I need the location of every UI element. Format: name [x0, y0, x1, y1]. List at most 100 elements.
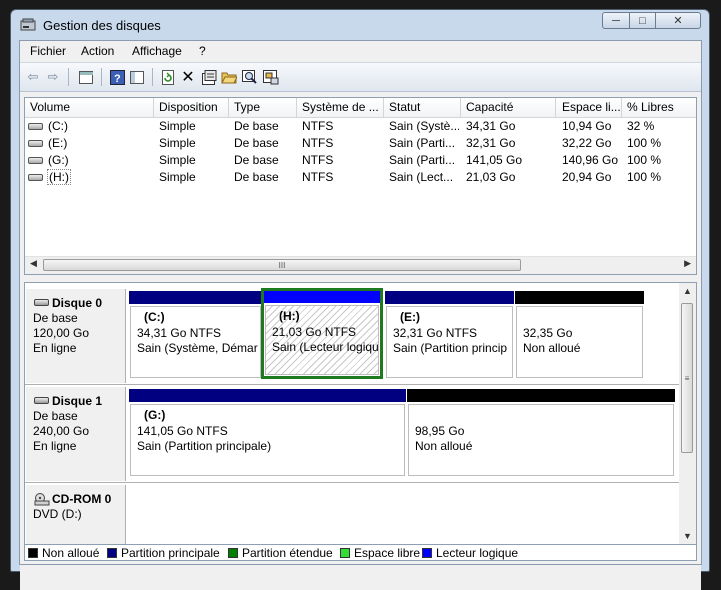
- drive-icon: [28, 174, 43, 181]
- properties-icon[interactable]: [200, 68, 218, 86]
- volume-row[interactable]: (G:) Simple De base NTFS Sain (Parti... …: [25, 152, 696, 169]
- volume-percent-free: 32 %: [627, 119, 655, 133]
- partition-body: 98,95 Go Non alloué: [408, 404, 674, 476]
- console-icon[interactable]: [128, 68, 146, 86]
- scroll-down-icon[interactable]: ▼: [683, 531, 692, 541]
- minimize-icon: ─: [612, 14, 620, 27]
- back-icon[interactable]: ⇦: [24, 68, 42, 86]
- disk-0-label[interactable]: Disque 0 De base 120,00 Go En ligne: [26, 289, 126, 383]
- partition-body: (C:) 34,31 Go NTFS Sain (Système, Démar: [130, 306, 261, 378]
- scroll-right-icon[interactable]: ▶: [684, 258, 691, 269]
- volume-capacity: 21,03 Go: [466, 170, 516, 184]
- partition-size: 34,31 Go NTFS: [137, 326, 222, 340]
- column-header-disposition[interactable]: Disposition: [159, 100, 229, 114]
- menu-help[interactable]: ?: [199, 44, 206, 58]
- drive-icon: [28, 123, 43, 130]
- scroll-up-icon[interactable]: ▲: [683, 286, 692, 296]
- horizontal-scrollbar[interactable]: ◀ III ▶: [25, 256, 696, 274]
- open-folder-icon[interactable]: [220, 68, 238, 86]
- partition-body: (G:) 141,05 Go NTFS Sain (Partition prin…: [130, 404, 405, 476]
- volume-name: (H:): [47, 169, 71, 185]
- volume-list-header: Volume Disposition Type Système de ... S…: [25, 98, 696, 118]
- legend-label: Partition principale: [121, 546, 220, 560]
- column-header-capacity[interactable]: Capacité: [466, 100, 556, 114]
- settings-icon[interactable]: [262, 68, 280, 86]
- column-header-percent-free[interactable]: % Libres: [627, 100, 693, 114]
- partition-unallocated-1[interactable]: 98,95 Go Non alloué: [407, 389, 675, 477]
- legend-swatch-free-space: [340, 548, 350, 558]
- partition-e[interactable]: (E:) 32,31 Go NTFS Sain (Partition princ…: [385, 291, 514, 379]
- partition-g[interactable]: (G:) 141,05 Go NTFS Sain (Partition prin…: [129, 389, 406, 477]
- close-button[interactable]: ✕: [655, 12, 701, 29]
- column-separator[interactable]: [555, 98, 556, 117]
- vertical-scrollbar[interactable]: ▲ ≡ ▼: [679, 283, 696, 544]
- volume-filesystem: NTFS: [302, 119, 334, 133]
- volume-row[interactable]: (C:) Simple De base NTFS Sain (Systè... …: [25, 118, 696, 135]
- partition-name: (E:): [400, 310, 420, 324]
- column-separator[interactable]: [153, 98, 154, 117]
- menu-action[interactable]: Action: [81, 44, 114, 58]
- partition-unallocated-0[interactable]: 32,35 Go Non alloué: [515, 291, 644, 379]
- disk-1-label[interactable]: Disque 1 De base 240,00 Go En ligne: [26, 387, 126, 481]
- scroll-left-icon[interactable]: ◀: [30, 258, 37, 269]
- partition-size: 21,03 Go NTFS: [272, 325, 357, 339]
- column-header-status[interactable]: Statut: [389, 100, 459, 114]
- cdrom-0-label[interactable]: CD-ROM 0 DVD (D:): [26, 485, 126, 544]
- column-separator[interactable]: [460, 98, 461, 117]
- legend: Non alloué Partition principale Partitio…: [24, 545, 697, 561]
- partition-name: (G:): [144, 408, 166, 422]
- volume-free-space: 20,94 Go: [562, 170, 612, 184]
- properties-pane-icon[interactable]: [77, 68, 95, 86]
- disk-management-window: Gestion des disques ─ □ ✕ Fichier Action…: [10, 9, 710, 590]
- partition-size: 32,35 Go: [523, 326, 573, 340]
- menu-fichier[interactable]: Fichier: [30, 44, 66, 58]
- volume-filesystem: NTFS: [302, 153, 334, 167]
- grip-icon: ≡: [684, 373, 690, 383]
- volume-row[interactable]: (H:) Simple De base NTFS Sain (Lect... 2…: [25, 169, 696, 186]
- forward-icon[interactable]: ⇨: [44, 68, 62, 86]
- volume-status: Sain (Systè...: [389, 119, 459, 133]
- column-separator[interactable]: [296, 98, 297, 117]
- column-header-free-space[interactable]: Espace li...: [562, 100, 622, 114]
- legend-swatch-primary: [107, 548, 117, 558]
- explore-icon[interactable]: [241, 68, 259, 86]
- column-separator[interactable]: [228, 98, 229, 117]
- volume-disposition: Simple: [159, 153, 196, 167]
- volume-status: Sain (Lect...: [389, 170, 454, 184]
- partition-c[interactable]: (C:) 34,31 Go NTFS Sain (Système, Démar: [129, 291, 262, 379]
- partition-name: (H:): [279, 309, 300, 323]
- column-header-filesystem[interactable]: Système de ...: [302, 100, 384, 114]
- volume-type: De base: [234, 170, 279, 184]
- scroll-thumb[interactable]: ≡: [681, 303, 693, 453]
- partition-status: Sain (Système, Démar: [137, 341, 258, 355]
- partition-color-bar: [407, 389, 675, 402]
- disk-management-app-icon: [20, 18, 36, 31]
- partition-h-selected[interactable]: (H:) 21,03 Go NTFS Sain (Lecteur logiqu: [261, 288, 383, 379]
- disk-type: De base: [33, 311, 78, 325]
- volume-type: De base: [234, 153, 279, 167]
- grip-icon: III: [278, 260, 286, 270]
- column-header-type[interactable]: Type: [234, 100, 294, 114]
- refresh-icon[interactable]: [159, 68, 177, 86]
- partition-size: 98,95 Go: [415, 424, 465, 438]
- volume-capacity: 141,05 Go: [466, 153, 523, 167]
- volume-filesystem: NTFS: [302, 170, 334, 184]
- title-bar: Gestion des disques ─ □ ✕: [11, 10, 709, 41]
- partition-size: 32,31 Go NTFS: [393, 326, 478, 340]
- delete-icon[interactable]: ✕: [179, 68, 197, 86]
- scroll-thumb[interactable]: III: [43, 259, 521, 271]
- partition-name: (C:): [144, 310, 165, 324]
- maximize-button[interactable]: □: [629, 12, 656, 29]
- help-icon[interactable]: ?: [108, 68, 126, 86]
- minimize-button[interactable]: ─: [602, 12, 630, 29]
- menu-affichage[interactable]: Affichage: [132, 44, 182, 58]
- column-separator[interactable]: [621, 98, 622, 117]
- volume-percent-free: 100 %: [627, 170, 662, 184]
- volume-name: (E:): [48, 136, 68, 150]
- partition-status: Non alloué: [523, 341, 581, 355]
- volume-row[interactable]: (E:) Simple De base NTFS Sain (Parti... …: [25, 135, 696, 152]
- column-header-volume[interactable]: Volume: [30, 100, 150, 114]
- partition-status: Sain (Partition principale): [137, 439, 272, 453]
- column-separator[interactable]: [383, 98, 384, 117]
- volume-list: Volume Disposition Type Système de ... S…: [24, 97, 697, 275]
